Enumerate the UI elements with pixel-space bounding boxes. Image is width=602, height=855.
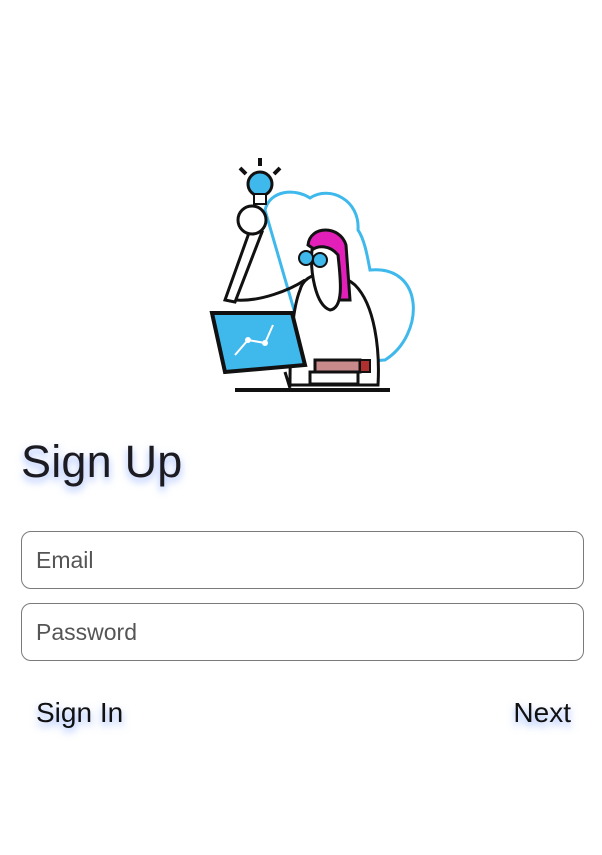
sign-in-button[interactable]: Sign In xyxy=(36,697,123,729)
password-field[interactable] xyxy=(22,604,583,660)
page-title: Sign Up xyxy=(21,436,183,487)
email-field-container xyxy=(21,531,584,589)
next-button[interactable]: Next xyxy=(513,697,571,729)
person-with-lightbulb-illustration xyxy=(180,150,440,400)
email-field[interactable] xyxy=(22,532,583,588)
password-field-container xyxy=(21,603,584,661)
